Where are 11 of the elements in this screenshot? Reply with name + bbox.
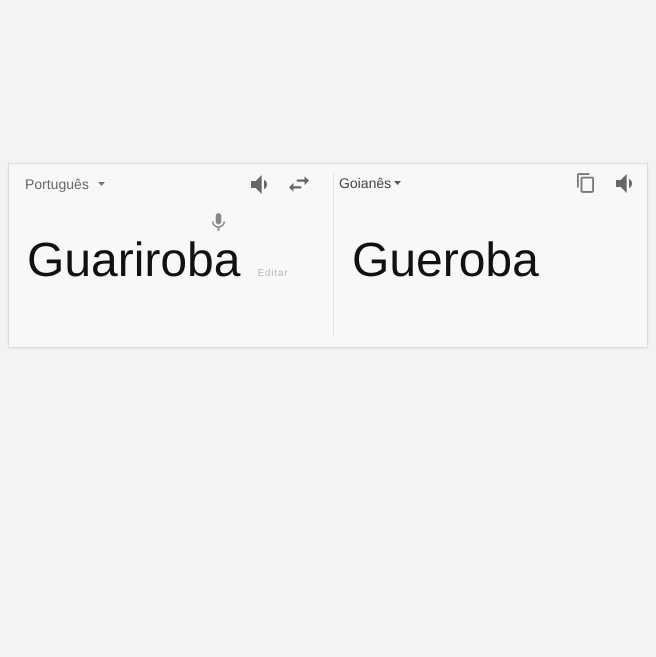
translated-text: Gueroba	[352, 235, 539, 287]
speaker-icon[interactable]	[616, 174, 632, 192]
speaker-icon[interactable]	[251, 174, 267, 194]
language-dropdown[interactable]: Goianês	[339, 175, 402, 191]
copy-icon[interactable]	[577, 173, 594, 193]
caret-icon	[98, 182, 105, 186]
language-dropdown[interactable]: Português	[25, 176, 105, 192]
caret-icon	[394, 181, 402, 185]
microphone-icon[interactable]	[212, 213, 225, 231]
swap-icon[interactable]	[289, 176, 309, 192]
source-text-field[interactable]: Guariroba	[27, 235, 240, 287]
